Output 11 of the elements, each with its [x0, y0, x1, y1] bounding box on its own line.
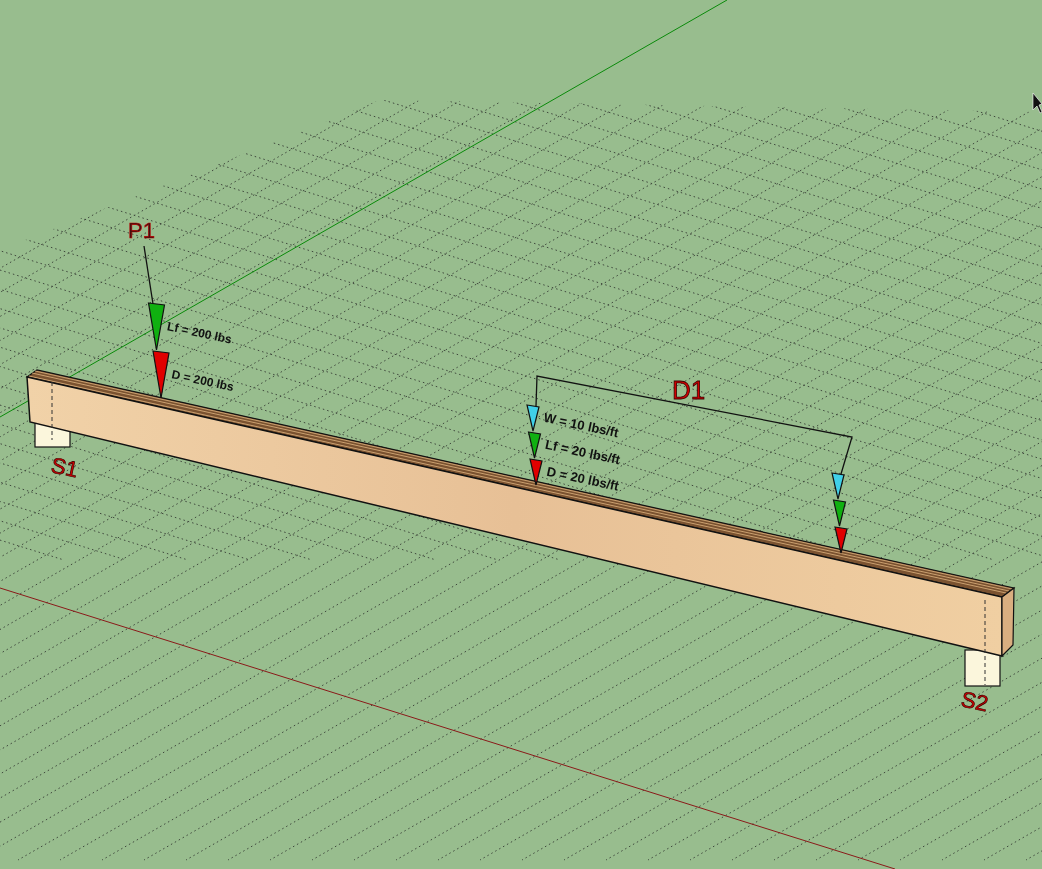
model-viewport[interactable]: S1 S2 P1 Lf = 200 lbs D = 200 lbs D1 W = 10 lbs/ft Lf = 20 lbs/ft D = 20 lbs/ft — [0, 0, 1042, 869]
support-label: S2 — [958, 686, 991, 717]
load-name: D1 — [672, 375, 706, 405]
load-label: D = 200 lbs — [170, 367, 235, 395]
beam-end-face — [1001, 586, 1015, 658]
support-block — [964, 649, 1001, 687]
mouse-cursor-icon — [1032, 92, 1042, 114]
load-label: Lf = 200 lbs — [165, 319, 234, 347]
support-label: S1 — [48, 452, 81, 483]
load-line — [143, 245, 154, 305]
load-name: P1 — [128, 218, 155, 243]
